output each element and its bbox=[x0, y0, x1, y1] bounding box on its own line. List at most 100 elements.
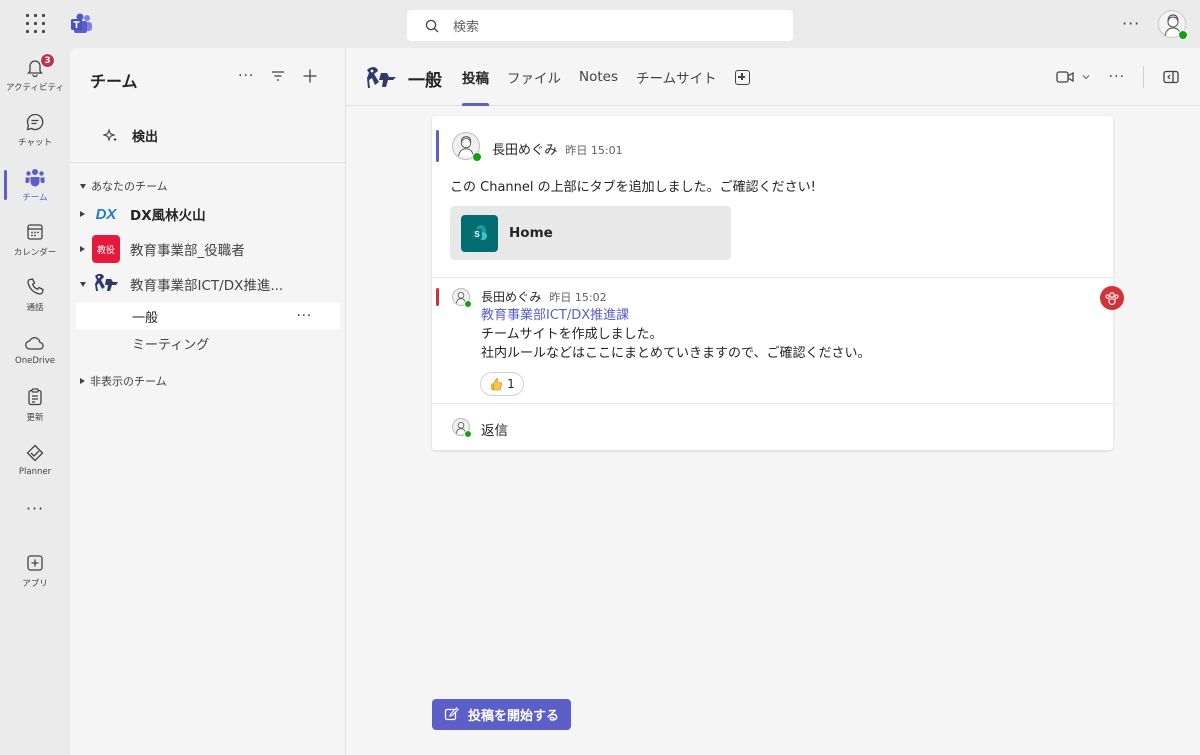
chat-icon bbox=[26, 113, 44, 131]
reply-message: 長田めぐみ 昨日 15:02 教育事業部ICT/DX推進課 チームサイトを作成しま… bbox=[432, 278, 1113, 404]
header-divider bbox=[1143, 66, 1144, 88]
filter-icon[interactable] bbox=[270, 69, 286, 83]
reaction-like-button[interactable]: 1 bbox=[480, 372, 524, 396]
post-thread-card: 長田めぐみ 昨日 15:01 この Channel の上部にタブを追加しました。ご… bbox=[432, 116, 1124, 450]
team-avatar-managers-text: 教役 bbox=[96, 245, 115, 256]
rail-planner[interactable]: Planner bbox=[0, 433, 70, 487]
clipboard-icon bbox=[28, 388, 42, 406]
robot-logo-icon bbox=[95, 273, 118, 291]
author-name[interactable]: 長田めぐみ bbox=[492, 143, 557, 158]
hidden-teams-label: 非表示のチーム bbox=[90, 375, 167, 388]
tab-files[interactable]: ファイル bbox=[507, 48, 561, 106]
message-header: 長田めぐみ 昨日 15:01 bbox=[492, 139, 623, 158]
add-tab-icon[interactable] bbox=[734, 69, 750, 85]
rail-more-apps[interactable]: ··· bbox=[0, 488, 70, 528]
team-name: 教育事業部_役職者 bbox=[130, 243, 245, 259]
rail-onedrive[interactable]: OneDrive bbox=[0, 323, 70, 377]
channel-more-button[interactable]: ··· bbox=[297, 309, 312, 324]
user-avatar[interactable] bbox=[1158, 10, 1188, 40]
message-accent-bar bbox=[436, 130, 439, 162]
tab-posts[interactable]: 投稿 bbox=[462, 48, 489, 106]
reply-bar[interactable]: 返信 bbox=[432, 404, 1113, 450]
activity-badge: 3 bbox=[40, 53, 55, 68]
chevron-down-icon bbox=[1082, 75, 1090, 80]
discover-button[interactable]: 検出 bbox=[102, 126, 158, 145]
channel-more-button[interactable]: ··· bbox=[1109, 69, 1125, 85]
author-avatar[interactable] bbox=[452, 288, 472, 308]
channel-title: 一般 bbox=[408, 71, 442, 91]
rail-planner-label: Planner bbox=[18, 467, 52, 477]
team-name: 教育事業部ICT/DX推進... bbox=[130, 278, 284, 294]
team-mention-link[interactable]: 教育事業部ICT/DX推進課 bbox=[481, 306, 870, 325]
more-icon: ··· bbox=[25, 498, 45, 518]
add-apps-icon bbox=[27, 555, 43, 571]
rail-updates[interactable]: 更新 bbox=[0, 378, 70, 432]
team-avatar-dx: DX bbox=[92, 200, 120, 228]
home-tab-label: Home bbox=[509, 225, 553, 241]
team-item-ict-dx[interactable]: 教育事業部ICT/DX推進... bbox=[80, 269, 340, 299]
channel-view: 一般 投稿 ファイル Notes チームサイト ··· 長田めぐみ 昨日 15:… bbox=[346, 48, 1200, 755]
chevron-right-icon bbox=[80, 211, 85, 217]
rail-teams[interactable]: チーム bbox=[0, 158, 70, 212]
chevron-right-icon bbox=[80, 246, 85, 252]
search-input[interactable]: 検索 bbox=[407, 10, 793, 41]
message-body: この Channel の上部にタブを追加しました。ご確認ください! bbox=[450, 180, 816, 195]
message-time: 昨日 15:01 bbox=[565, 144, 623, 157]
team-item-managers[interactable]: 教役 教育事業部_役職者 bbox=[80, 234, 340, 264]
team-item-dx[interactable]: DX DX風林火山 bbox=[80, 199, 340, 229]
search-placeholder: 検索 bbox=[453, 20, 480, 35]
rail-calendar[interactable]: カレンダー bbox=[0, 213, 70, 267]
calendar-icon bbox=[27, 224, 43, 240]
rail-activity[interactable]: アクティビティ 3 bbox=[0, 48, 70, 102]
chevron-down-icon bbox=[80, 281, 86, 287]
pane-more-button[interactable]: ··· bbox=[238, 68, 254, 84]
home-tab-card[interactable]: S Home bbox=[450, 206, 731, 260]
start-post-label: 投稿を開始する bbox=[467, 709, 559, 724]
app-launcher-icon[interactable] bbox=[26, 14, 46, 34]
author-name[interactable]: 長田めぐみ bbox=[481, 290, 541, 304]
cloud-icon bbox=[25, 337, 44, 350]
channel-name: ミーティング bbox=[132, 337, 210, 353]
top-bar: 検索 ··· bbox=[0, 0, 1200, 48]
compose-icon bbox=[444, 707, 459, 721]
presence-available-icon bbox=[464, 430, 472, 438]
team-name: DX風林火山 bbox=[130, 208, 206, 224]
sparkle-icon bbox=[102, 127, 117, 142]
thumbs-up-icon bbox=[491, 378, 503, 391]
tab-notes[interactable]: Notes bbox=[579, 48, 618, 106]
settings-more-button[interactable]: ··· bbox=[1122, 14, 1140, 33]
team-mention-icon bbox=[1100, 286, 1124, 310]
author-avatar[interactable] bbox=[452, 132, 482, 162]
team-avatar-ict-dx bbox=[92, 270, 120, 298]
rail-apps[interactable]: アプリ bbox=[0, 544, 70, 598]
meet-button[interactable] bbox=[1055, 69, 1091, 85]
channel-header: 一般 投稿 ファイル Notes チームサイト ··· bbox=[346, 48, 1200, 106]
rail-teams-label: チーム bbox=[22, 193, 48, 203]
channel-item-general[interactable]: 一般 ··· bbox=[76, 303, 340, 329]
rail-calls[interactable]: 通話 bbox=[0, 268, 70, 322]
app-bar: アクティビティ 3 チャット チーム カレンダー 通話 OneDrive 更新 … bbox=[0, 48, 70, 755]
start-post-button[interactable]: 投稿を開始する bbox=[432, 699, 571, 730]
teams-icon bbox=[25, 169, 45, 187]
presence-available-icon bbox=[464, 300, 472, 308]
discover-label: 検出 bbox=[132, 130, 159, 145]
rail-chat[interactable]: チャット bbox=[0, 103, 70, 157]
pane-title: チーム bbox=[90, 72, 138, 91]
my-avatar bbox=[452, 418, 472, 438]
add-icon[interactable] bbox=[302, 68, 318, 84]
presence-available-icon bbox=[472, 152, 482, 162]
your-teams-header[interactable]: あなたのチーム bbox=[80, 178, 168, 194]
rail-calendar-label: カレンダー bbox=[13, 248, 57, 258]
teams-logo-icon bbox=[71, 13, 92, 33]
hidden-teams-header[interactable]: 非表示のチーム bbox=[80, 373, 167, 389]
channel-item-meeting[interactable]: ミーティング bbox=[76, 330, 340, 356]
reaction-count: 1 bbox=[507, 377, 515, 391]
message-line: 社内ルールなどはここにまとめていきますので、ご確認ください。 bbox=[481, 346, 871, 361]
rail-chat-label: チャット bbox=[18, 138, 52, 148]
teams-list-pane: チーム ··· 検出 あなたのチーム DX DX風林火山 教役 教育事業部_役職… bbox=[70, 48, 346, 755]
pane-divider bbox=[70, 162, 346, 163]
reply-label: 返信 bbox=[481, 423, 508, 439]
panel-toggle-icon[interactable] bbox=[1162, 69, 1180, 85]
channel-tabs: 投稿 ファイル Notes チームサイト bbox=[462, 48, 750, 106]
tab-team-site[interactable]: チームサイト bbox=[636, 48, 717, 106]
